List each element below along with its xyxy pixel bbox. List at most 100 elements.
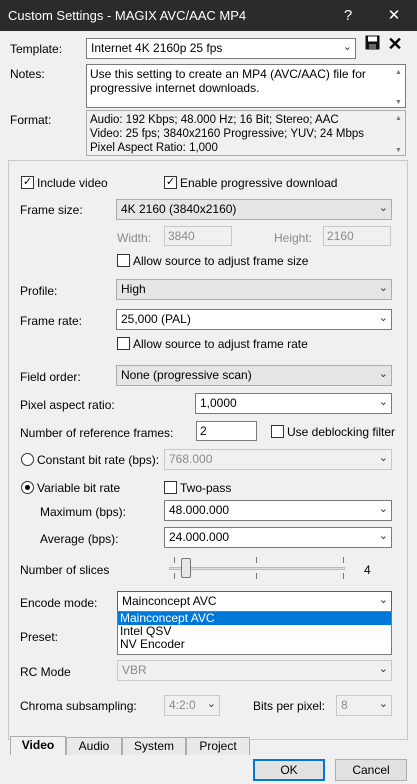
profile-value: High bbox=[121, 282, 146, 296]
window-title: Custom Settings - MAGIX AVC/AAC MP4 bbox=[8, 8, 247, 23]
chevron-down-icon[interactable]: ⌄ bbox=[343, 40, 352, 53]
chevron-down-icon[interactable]: ⌄ bbox=[379, 593, 388, 606]
frame-rate-combo[interactable]: 25,000 (PAL) ⌄ bbox=[116, 309, 392, 330]
maximum-value: 48.000.000 bbox=[169, 503, 230, 517]
field-order-label: Field order: bbox=[20, 370, 81, 384]
delete-icon[interactable]: ✕ bbox=[386, 35, 404, 53]
slider-tick bbox=[256, 557, 257, 563]
scroll-up-icon[interactable]: ▲ bbox=[394, 66, 403, 80]
field-order-combo[interactable]: None (progressive scan) ⌄ bbox=[116, 365, 392, 386]
slices-value: 4 bbox=[364, 563, 371, 577]
slider-tick bbox=[343, 557, 344, 563]
pixel-aspect-label: Pixel aspect ratio: bbox=[20, 398, 115, 412]
chroma-combo[interactable]: 4:2:0 ⌄ bbox=[164, 695, 220, 716]
two-pass-checkbox[interactable] bbox=[164, 481, 177, 494]
chevron-down-icon[interactable]: ⌄ bbox=[207, 697, 216, 710]
pixel-aspect-value: 1,0000 bbox=[200, 396, 237, 410]
average-label: Average (bps): bbox=[40, 532, 119, 546]
cancel-button[interactable]: Cancel bbox=[335, 759, 407, 781]
include-video-checkbox[interactable]: ✓ bbox=[21, 176, 34, 189]
slider-tick bbox=[343, 573, 344, 579]
tab-audio[interactable]: Audio bbox=[66, 737, 122, 755]
template-value: Internet 4K 2160p 25 fps bbox=[91, 41, 223, 55]
scroll-up-icon[interactable]: ▲ bbox=[394, 112, 403, 126]
width-label: Width: bbox=[117, 231, 152, 245]
allow-frame-rate-label: Allow source to adjust frame rate bbox=[133, 337, 308, 351]
rc-mode-combo[interactable]: VBR ⌄ bbox=[117, 660, 392, 681]
bits-per-pixel-combo[interactable]: 8 ⌄ bbox=[336, 695, 392, 716]
chevron-down-icon[interactable]: ⌄ bbox=[379, 281, 388, 294]
frame-size-value: 4K 2160 (3840x2160) bbox=[121, 202, 237, 216]
progressive-download-label: Enable progressive download bbox=[180, 176, 338, 190]
cbr-value: 768.000 bbox=[169, 452, 213, 466]
profile-label: Profile: bbox=[20, 284, 58, 298]
frame-size-combo[interactable]: 4K 2160 (3840x2160) ⌄ bbox=[116, 199, 392, 220]
maximum-combo[interactable]: 48.000.000 ⌄ bbox=[164, 500, 392, 521]
vbr-radio[interactable] bbox=[21, 481, 34, 494]
format-summary: Audio: 192 Kbps; 48.000 Hz; 16 Bit; Ster… bbox=[86, 110, 406, 156]
slices-slider-thumb[interactable] bbox=[181, 558, 191, 578]
format-line: Pixel Aspect Ratio: 1,000 bbox=[90, 142, 218, 154]
tab-system[interactable]: System bbox=[122, 737, 186, 755]
height-label: Height: bbox=[274, 231, 313, 245]
cbr-radio[interactable] bbox=[21, 453, 34, 466]
chroma-value: 4:2:0 bbox=[169, 698, 196, 712]
slices-label: Number of slices bbox=[20, 563, 110, 577]
template-label: Template: bbox=[10, 42, 63, 56]
encode-mode-label: Encode mode: bbox=[20, 596, 98, 610]
frame-rate-value: 25,000 (PAL) bbox=[121, 312, 191, 326]
chevron-down-icon[interactable]: ⌄ bbox=[379, 662, 388, 675]
deblocking-label: Use deblocking filter bbox=[287, 425, 396, 439]
cbr-combo[interactable]: 768.000 ⌄ bbox=[164, 449, 392, 470]
width-field[interactable]: 3840 bbox=[164, 226, 232, 246]
scroll-down-icon[interactable]: ▼ bbox=[394, 144, 403, 155]
help-button[interactable]: ? bbox=[325, 0, 371, 31]
chevron-down-icon[interactable]: ⌄ bbox=[379, 529, 388, 542]
vbr-label: Variable bit rate bbox=[37, 481, 121, 495]
slider-tick bbox=[174, 573, 175, 579]
rc-mode-label: RC Mode bbox=[20, 665, 71, 679]
chevron-down-icon[interactable]: ⌄ bbox=[379, 451, 388, 464]
chevron-down-icon[interactable]: ⌄ bbox=[379, 502, 388, 515]
profile-combo[interactable]: High ⌄ bbox=[116, 279, 392, 300]
include-video-label: Include video bbox=[37, 176, 108, 190]
average-value: 24.000.000 bbox=[169, 530, 230, 544]
scroll-down-icon[interactable]: ▼ bbox=[394, 96, 403, 107]
encode-mode-option[interactable]: NV Encoder bbox=[118, 638, 391, 651]
rc-mode-value: VBR bbox=[122, 663, 147, 677]
maximum-label: Maximum (bps): bbox=[40, 505, 127, 519]
field-order-value: None (progressive scan) bbox=[121, 368, 252, 382]
chevron-down-icon[interactable]: ⌄ bbox=[379, 697, 388, 710]
notes-field[interactable]: Use this setting to create an MP4 (AVC/A… bbox=[86, 64, 406, 108]
tab-video[interactable]: Video bbox=[10, 736, 66, 755]
template-combo[interactable]: Internet 4K 2160p 25 fps ⌄ bbox=[86, 38, 356, 59]
pixel-aspect-combo[interactable]: 1,0000 ⌄ bbox=[195, 393, 392, 414]
ref-frames-field[interactable]: 2 bbox=[196, 421, 257, 441]
chroma-label: Chroma subsampling: bbox=[20, 699, 137, 713]
allow-frame-rate-checkbox[interactable] bbox=[117, 337, 130, 350]
allow-frame-size-checkbox[interactable] bbox=[117, 254, 130, 267]
height-field[interactable]: 2160 bbox=[323, 226, 391, 246]
chevron-down-icon[interactable]: ⌄ bbox=[379, 201, 388, 214]
save-icon[interactable] bbox=[363, 35, 381, 53]
chevron-down-icon[interactable]: ⌄ bbox=[379, 367, 388, 380]
preset-label: Preset: bbox=[20, 630, 59, 644]
slider-tick bbox=[174, 557, 175, 563]
slices-slider-track[interactable] bbox=[169, 567, 345, 570]
average-combo[interactable]: 24.000.000 ⌄ bbox=[164, 527, 392, 548]
slider-tick bbox=[256, 573, 257, 579]
allow-frame-size-label: Allow source to adjust frame size bbox=[133, 254, 309, 268]
encode-mode-dropdown: Mainconcept AVC Intel QSV NV Encoder bbox=[117, 611, 392, 655]
two-pass-label: Two-pass bbox=[180, 481, 232, 495]
title-bar: Custom Settings - MAGIX AVC/AAC MP4 ? ✕ bbox=[0, 0, 417, 31]
tab-project[interactable]: Project bbox=[186, 737, 250, 755]
encode-mode-combo[interactable]: Mainconcept AVC ⌄ bbox=[117, 591, 392, 612]
chevron-down-icon[interactable]: ⌄ bbox=[379, 311, 388, 324]
deblocking-checkbox[interactable] bbox=[271, 425, 284, 438]
chevron-down-icon[interactable]: ⌄ bbox=[379, 395, 388, 408]
ok-button[interactable]: OK bbox=[253, 759, 325, 781]
close-button[interactable]: ✕ bbox=[371, 0, 417, 31]
frame-size-label: Frame size: bbox=[20, 203, 83, 217]
format-line: Video: 25 fps; 3840x2160 Progressive; YU… bbox=[90, 128, 365, 140]
progressive-download-checkbox[interactable]: ✓ bbox=[164, 176, 177, 189]
